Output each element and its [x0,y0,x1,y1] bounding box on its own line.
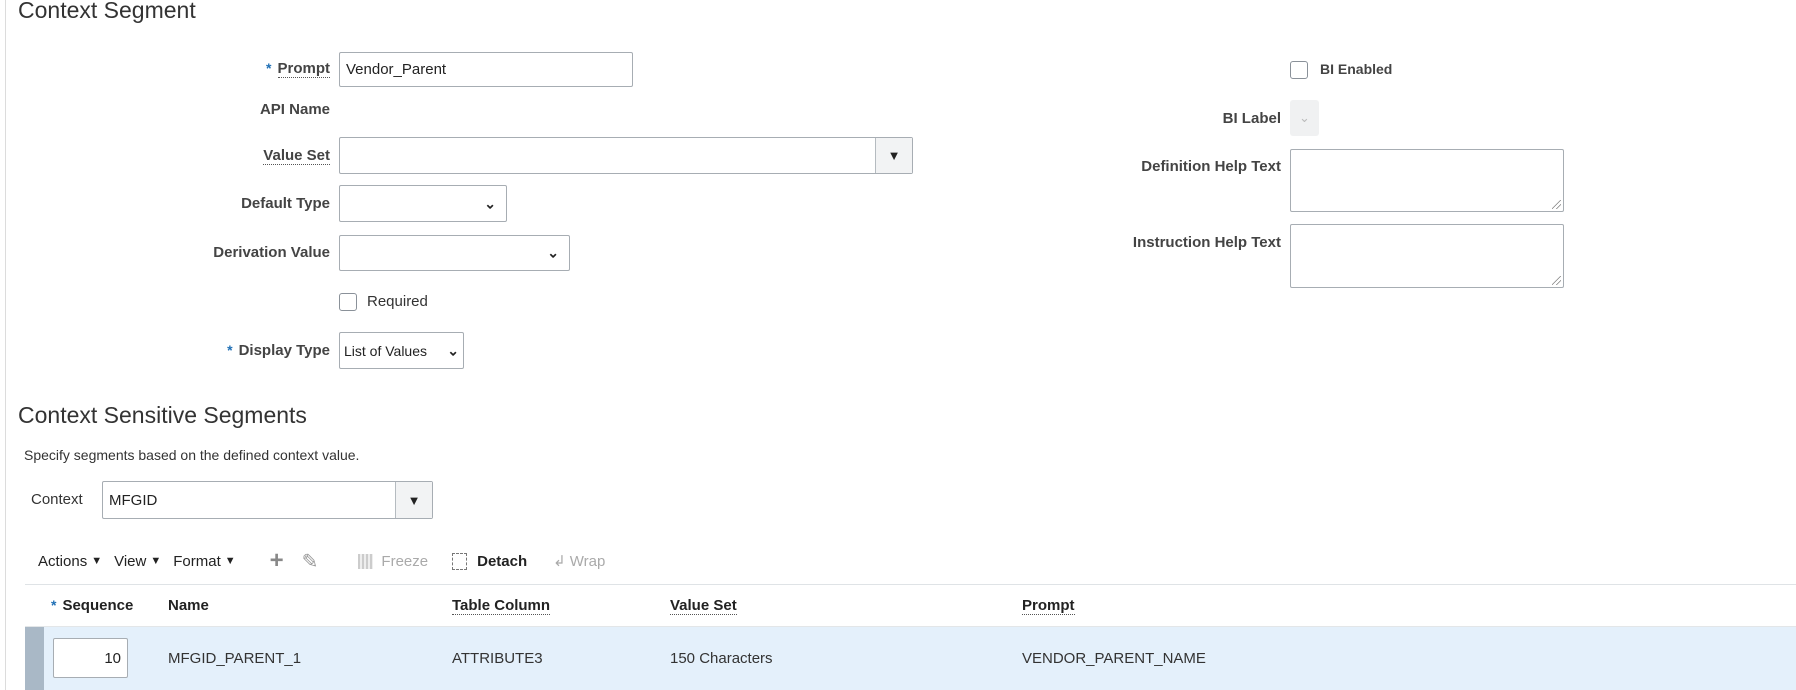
table-header-row [25,585,1796,627]
definition-help-text-label: Definition Help Text [1141,158,1281,175]
cell-table-column: ATTRIBUTE3 [452,650,543,667]
default-type-select[interactable]: ⌄ [339,185,507,222]
chevron-down-icon: ⌄ [1299,110,1310,125]
format-menu[interactable]: Format ▼ [173,553,235,570]
wrap-icon: ↲ [553,553,566,570]
cell-prompt: VENDOR_PARENT_NAME [1022,650,1206,667]
resize-handle-icon[interactable] [1552,200,1561,209]
derivation-value-select[interactable]: ⌄ [339,235,570,271]
section-title-context-segment: Context Segment [18,0,196,23]
actions-menu[interactable]: Actions ▼ [38,553,102,570]
bi-label-label: BI Label [1222,110,1281,127]
required-checkbox[interactable] [339,293,357,311]
dropdown-arrow-icon[interactable]: ▼ [875,138,912,173]
instruction-help-text-textarea[interactable] [1290,224,1564,288]
resize-handle-icon[interactable] [1552,276,1561,285]
freeze-button[interactable]: Freeze [358,553,428,570]
column-header-table-column[interactable]: Table Column [452,597,551,615]
cell-name: MFGID_PARENT_1 [168,650,302,667]
section-title-context-sensitive-segments: Context Sensitive Segments [18,402,307,428]
freeze-columns-icon [358,553,374,569]
table-toolbar: Actions ▼ View ▼ Format ▼ + ✎ Freeze Detach… [38,547,605,575]
panel-border [5,0,6,690]
add-row-button[interactable]: + [270,547,284,575]
default-type-label: Default Type [241,195,330,212]
column-header-value-set[interactable]: Value Set [670,597,737,615]
table-row[interactable]: 10 MFGID_PARENT_1 ATTRIBUTE3 150 Charact… [25,627,1796,690]
row-selection-gutter[interactable] [25,627,44,690]
dropdown-arrow-icon: ▼ [91,555,103,567]
context-combobox[interactable]: MFGID ▼ [102,481,433,519]
prompt-label: * Prompt [266,60,330,78]
column-header-prompt[interactable]: Prompt [1022,597,1075,615]
sequence-input[interactable]: 10 [53,638,128,678]
plus-icon: + [269,547,284,574]
chevron-down-icon: ⌄ [484,195,496,211]
value-set-combobox[interactable]: ▼ [339,137,913,174]
required-label: Required [367,293,428,310]
chevron-down-icon: ⌄ [547,244,559,261]
column-header-sequence[interactable]: * Sequence [51,597,133,614]
prompt-input[interactable]: Vendor_Parent [339,52,633,87]
bi-enabled-checkbox[interactable] [1290,61,1308,79]
display-type-label: * Display Type [227,342,330,359]
bi-enabled-label: BI Enabled [1320,61,1393,77]
dropdown-arrow-icon[interactable]: ▼ [395,482,432,518]
bi-label-select-disabled: ⌄ [1290,100,1319,136]
value-set-label: Value Set [263,147,330,165]
cell-value-set: 150 Characters [670,650,773,667]
edit-row-button[interactable]: ✎ [302,549,319,574]
context-label: Context [31,491,83,508]
view-menu[interactable]: View ▼ [114,553,161,570]
pencil-icon: ✎ [301,550,319,573]
chevron-down-icon: ⌄ [447,342,459,358]
instruction-help-text-label: Instruction Help Text [1132,234,1281,251]
definition-help-text-textarea[interactable] [1290,149,1564,212]
display-type-select[interactable]: List of Values ⌄ [339,332,464,369]
column-header-name[interactable]: Name [168,597,209,614]
dropdown-arrow-icon: ▼ [150,555,162,567]
dropdown-arrow-icon: ▼ [224,555,236,567]
wrap-button[interactable]: ↲ Wrap [553,552,605,571]
detach-icon [452,552,468,570]
detach-button[interactable]: Detach [452,552,527,570]
api-name-label: API Name [259,101,330,118]
derivation-value-label: Derivation Value [213,244,330,261]
section-description: Specify segments based on the defined co… [24,447,360,463]
